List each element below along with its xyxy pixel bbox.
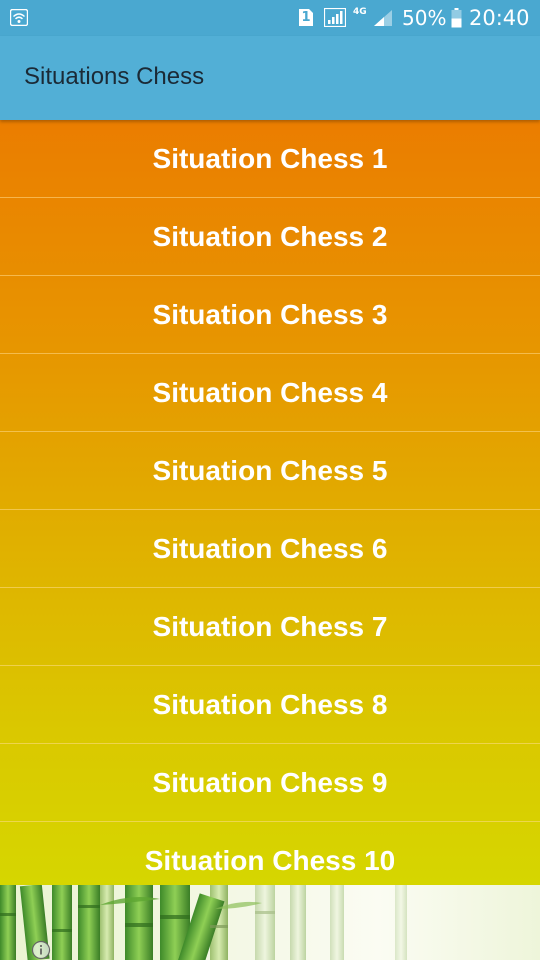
list-item-label: Situation Chess 6: [152, 533, 388, 564]
list-item[interactable]: Situation Chess 9: [0, 744, 540, 822]
signal-strength-icon: [374, 10, 392, 26]
network-type-label: 4G: [353, 7, 367, 17]
list-item-label: Situation Chess 2: [152, 221, 388, 252]
wifi-icon: [10, 9, 28, 26]
list-item[interactable]: Situation Chess 1: [0, 120, 540, 198]
list-item[interactable]: Situation Chess 3: [0, 276, 540, 354]
bamboo-banner[interactable]: [0, 885, 540, 960]
list-item-label: Situation Chess 7: [152, 611, 388, 642]
list-item-label: Situation Chess 8: [152, 689, 388, 720]
list-item-label: Situation Chess 4: [152, 377, 388, 408]
page-title: Situations Chess: [24, 63, 205, 90]
list-item-label: Situation Chess 10: [144, 845, 396, 876]
list-item[interactable]: Situation Chess 6: [0, 510, 540, 588]
sim-slot-icon: 1: [298, 8, 314, 27]
info-icon[interactable]: [31, 940, 51, 960]
battery-percent: 50%: [402, 6, 447, 30]
battery-icon: [451, 8, 462, 28]
app-bar: Situations Chess: [0, 36, 540, 120]
list-item[interactable]: Situation Chess 5: [0, 432, 540, 510]
status-bar: 1 4G 50% 20:40: [0, 0, 540, 36]
bamboo-image: [0, 885, 407, 960]
signal-icon: [324, 8, 346, 27]
list-item-label: Situation Chess 1: [152, 143, 388, 174]
clock: 20:40: [469, 6, 530, 30]
list-item-label: Situation Chess 9: [152, 767, 388, 798]
list-item[interactable]: Situation Chess 10: [0, 822, 540, 885]
list-item[interactable]: Situation Chess 8: [0, 666, 540, 744]
sim-slot-number: 1: [301, 10, 311, 25]
list-item-label: Situation Chess 3: [152, 299, 388, 330]
list-item-label: Situation Chess 5: [152, 455, 388, 486]
list-item[interactable]: Situation Chess 4: [0, 354, 540, 432]
list-item[interactable]: Situation Chess 7: [0, 588, 540, 666]
situation-list[interactable]: Situation Chess 1 Situation Chess 2 Situ…: [0, 120, 540, 885]
list-item[interactable]: Situation Chess 2: [0, 198, 540, 276]
